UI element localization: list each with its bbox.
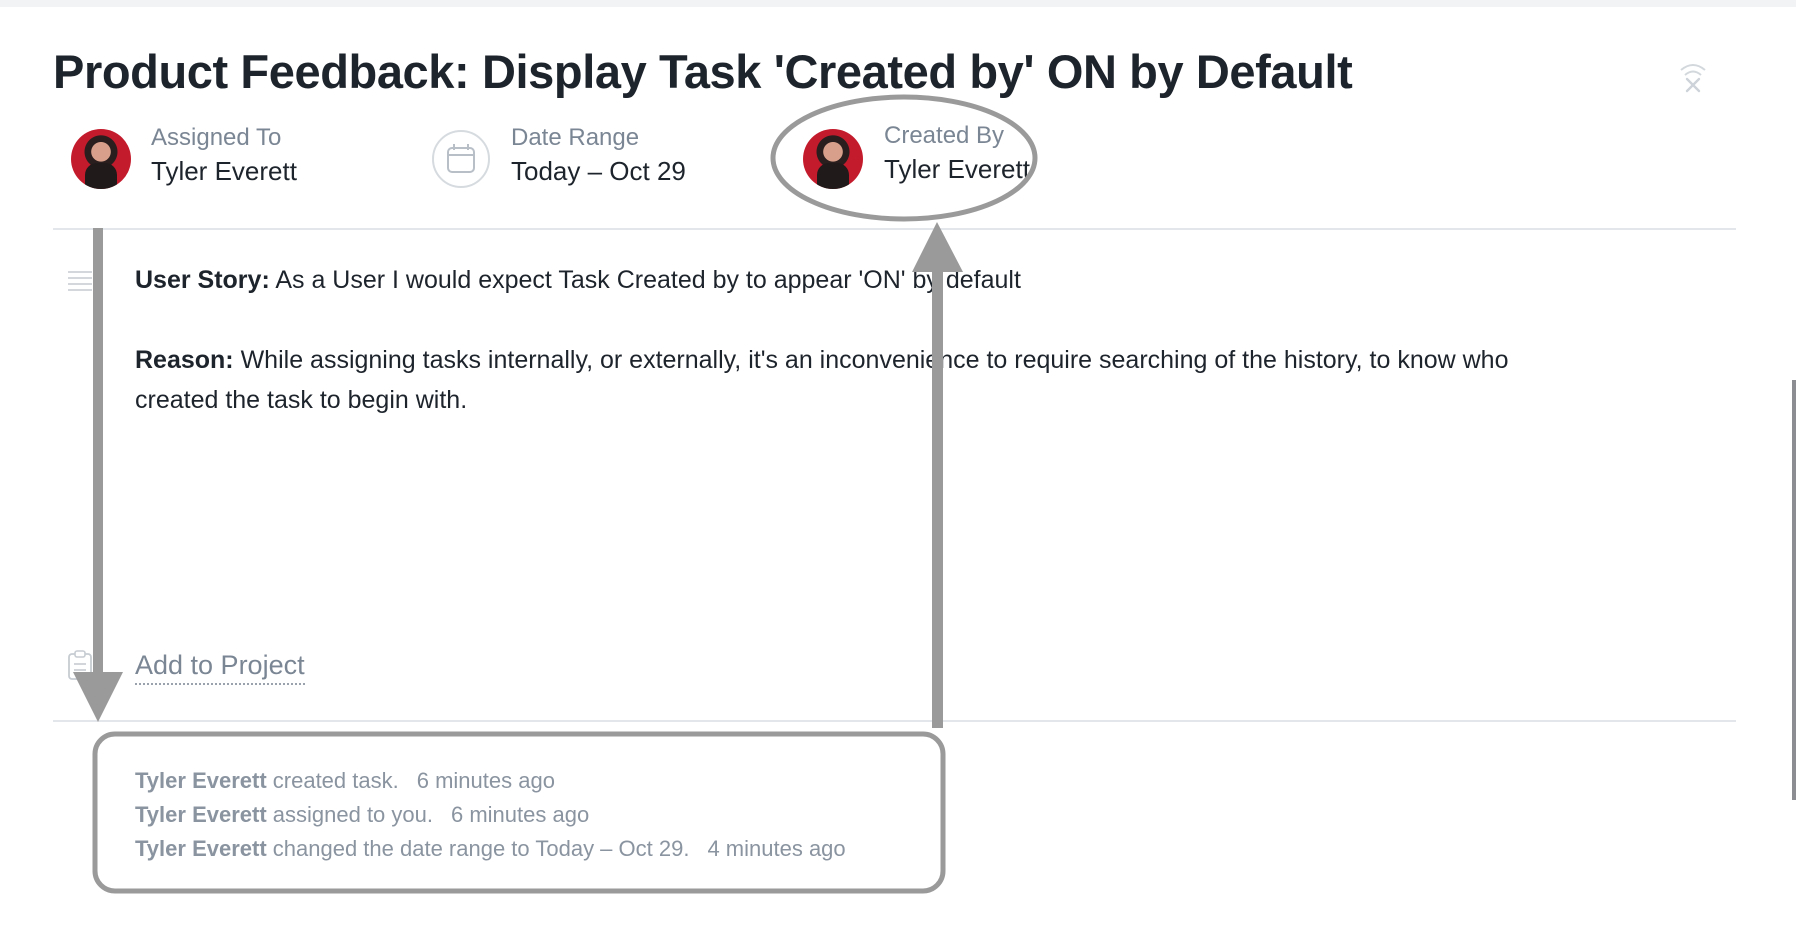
date-range-value: Today – Oct 29 (511, 156, 686, 186)
user-story-text[interactable]: User Story: As a User I would expect Tas… (135, 266, 1021, 295)
activity-actor[interactable]: Tyler Everett (135, 768, 267, 793)
activity-action: created task. (266, 768, 399, 793)
activity-actor[interactable]: Tyler Everett (135, 802, 267, 827)
calendar-icon (447, 144, 475, 173)
creator-avatar (803, 129, 863, 189)
assignee-avatar[interactable] (71, 129, 131, 189)
assigned-to-label: Assigned To (151, 124, 282, 151)
activity-time: 6 minutes ago (451, 802, 590, 827)
header-divider (53, 228, 1736, 230)
arrow-shaft-up (932, 270, 943, 728)
reason-label: Reason: (135, 346, 234, 374)
clipboard-icon (68, 650, 92, 680)
top-bar (0, 0, 1796, 7)
activity-item: Tyler Everett assigned to you. 6 minutes … (135, 802, 589, 828)
activity-item: Tyler Everett created task. 6 minutes ago (135, 768, 555, 794)
activity-divider (53, 720, 1736, 722)
user-story-body: As a User I would expect Task Created by… (269, 266, 1021, 294)
date-range-label: Date Range (511, 124, 640, 151)
date-range-button[interactable] (432, 130, 490, 188)
activity-actor[interactable]: Tyler Everett (135, 836, 267, 861)
activity-action: changed the date range to Today – Oct 29… (266, 836, 690, 861)
window-edge (1792, 380, 1796, 800)
activity-item: Tyler Everett changed the date range to … (135, 836, 846, 862)
arrow-shaft-down (93, 228, 103, 678)
created-by-value: Tyler Everett (884, 154, 1030, 184)
description-icon (68, 271, 92, 291)
task-title[interactable]: Product Feedback: Display Task 'Created … (53, 44, 1353, 99)
close-icon[interactable] (1675, 58, 1711, 94)
reason-body-continued: created the task to begin with. (135, 386, 468, 414)
reason-body: While assigning tasks internally, or ext… (233, 346, 1509, 374)
assigned-to-value: Tyler Everett (151, 156, 297, 186)
activity-time: 4 minutes ago (707, 836, 846, 861)
activity-action: assigned to you. (266, 802, 433, 827)
user-story-label: User Story: (135, 266, 270, 294)
reason-text[interactable]: Reason: While assigning tasks internally… (135, 346, 1509, 375)
activity-time: 6 minutes ago (416, 768, 555, 793)
created-by-label: Created By (884, 122, 1005, 149)
reason-text-continued[interactable]: created the task to begin with. (135, 386, 467, 415)
add-to-project-link[interactable]: Add to Project (135, 650, 305, 685)
